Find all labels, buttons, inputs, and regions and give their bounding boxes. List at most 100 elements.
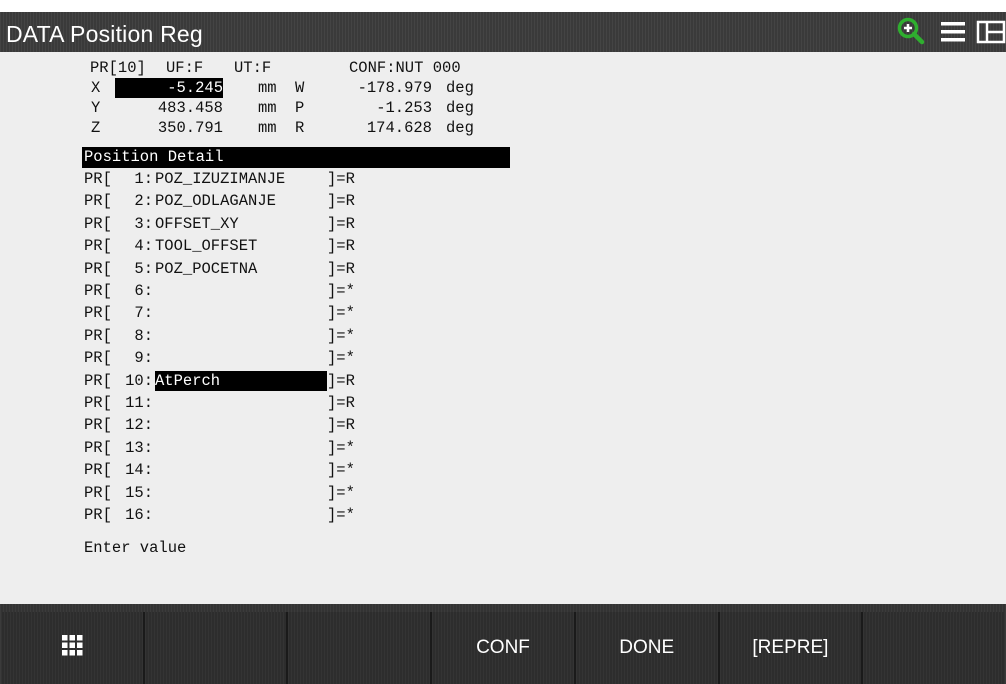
register-row[interactable]: PR[14:]=* — [0, 460, 1006, 480]
unit-label: mm — [258, 119, 277, 137]
register-prefix: PR[ — [84, 282, 112, 300]
register-prefix: PR[ — [84, 259, 112, 278]
register-comment[interactable]: POZ_IZUZIMANJE — [155, 169, 285, 189]
register-status: ]=R — [327, 416, 355, 435]
register-index: 5: — [134, 259, 153, 278]
rotation-value-p[interactable]: -1.253 — [324, 98, 432, 118]
coordinate-row-z: Z 350.791 mm R 174.628 deg — [0, 118, 1006, 138]
function-key-4[interactable]: CONF — [432, 612, 574, 684]
top-strip — [0, 0, 1006, 12]
teach-pendant-screen: DATA Position Reg PR[10] UF:F UT:F CONF:… — [0, 0, 1006, 684]
function-key-3[interactable] — [288, 612, 431, 684]
register-row[interactable]: PR[ 11: ]=R — [0, 393, 1006, 413]
pr-number: PR[10] — [90, 59, 146, 77]
function-key-5[interactable]: DONE — [575, 612, 718, 684]
register-row[interactable]: PR[ 9: ]=* — [0, 348, 1006, 368]
register-row[interactable]: PR[5: POZ_POCETNA]=R — [0, 259, 1006, 279]
function-key-separator — [430, 612, 433, 684]
coordinate-value-x[interactable]: -5.245 — [115, 78, 223, 98]
grid-icon — [60, 633, 84, 663]
register-prefix: PR[ — [84, 483, 112, 502]
register-prefix: PR[ — [84, 438, 112, 457]
register-status: ]=* — [327, 349, 355, 368]
register-comment[interactable]: POZ_POCETNA — [155, 259, 257, 279]
register-row[interactable]: PR[7:]=* — [0, 303, 1006, 323]
register-status: ]=* — [327, 506, 355, 524]
split-view-icon[interactable] — [976, 20, 1006, 49]
register-row[interactable]: PR[1: POZ_IZUZIMANJE]=R — [0, 169, 1006, 189]
register-row[interactable]: PR[ 13: ]=* — [0, 438, 1006, 458]
register-index: 14: — [125, 461, 153, 480]
register-index: 6: — [134, 282, 153, 300]
register-row[interactable]: PR[8:]=* — [0, 326, 1006, 346]
register-comment[interactable]: POZ_ODLAGANJE — [155, 191, 276, 211]
register-row[interactable]: PR[3: OFFSET_XY]=R — [0, 214, 1006, 234]
prompt-line: Enter value — [0, 538, 1006, 558]
function-key-7[interactable] — [863, 612, 1005, 684]
function-key-bar: CONF DONE [REPRE] — [0, 604, 1006, 684]
config-value: CONF:NUT 000 — [349, 59, 461, 77]
unit-label: deg — [446, 119, 474, 137]
register-prefix: PR[ — [84, 394, 112, 412]
register-status: ]=R — [327, 192, 355, 211]
register-comment[interactable]: TOOL_OFFSET — [155, 236, 257, 256]
function-key-2[interactable] — [144, 612, 287, 684]
register-status: ]=* — [327, 326, 355, 345]
register-prefix: PR[ — [84, 214, 112, 233]
coordinate-row-y: Y 483.458 mm P -1.253 deg — [0, 98, 1006, 118]
function-key-label: DONE — [619, 637, 675, 658]
function-key-6[interactable]: [REPRE] — [719, 612, 862, 684]
register-prefix: PR[ — [84, 237, 112, 256]
register-prefix: PR[ — [84, 506, 112, 524]
function-key-separator — [286, 612, 289, 684]
rotation-value-w[interactable]: -178.979 — [324, 78, 432, 98]
register-prefix: PR[ — [84, 349, 112, 368]
register-index: 10: — [125, 371, 153, 390]
register-row[interactable]: PR[10: AtPerch]=R — [0, 370, 1006, 391]
unit-label: mm — [258, 99, 277, 117]
unit-label: mm — [258, 79, 277, 97]
window-title: DATA Position Reg — [6, 21, 203, 47]
axis-label: Y — [91, 99, 101, 117]
register-row[interactable]: PR[4: TOOL_OFFSET]=R — [0, 236, 1006, 256]
register-index: 9: — [134, 349, 153, 368]
register-prefix: PR[ — [84, 192, 112, 211]
register-status: ]=* — [327, 438, 355, 457]
unit-label: deg — [446, 79, 474, 97]
register-row[interactable]: PR[15:]=* — [0, 483, 1006, 503]
title-bar: DATA Position Reg — [0, 12, 1006, 52]
register-comment[interactable]: OFFSET_XY — [155, 214, 239, 234]
rotation-axis-label: W — [295, 79, 305, 97]
position-detail-header: Position Detail — [82, 147, 510, 168]
user-frame: UF:F — [166, 59, 204, 77]
rotation-axis-label: R — [295, 119, 305, 137]
register-row[interactable]: PR[2: POZ_ODLAGANJE]=R — [0, 191, 1006, 211]
unit-label: deg — [446, 99, 474, 117]
function-key-separator — [861, 612, 864, 684]
position-header: PR[10] UF:F UT:F CONF:NUT 000 — [0, 58, 1006, 78]
register-row[interactable]: PR[12:]=R — [0, 415, 1006, 435]
register-row[interactable]: PR[ 16: ]=* — [0, 505, 1006, 525]
axis-label: Z — [91, 119, 101, 137]
rotation-value-r[interactable]: 174.628 — [324, 118, 432, 138]
register-index: 11: — [125, 394, 153, 412]
menu-icon[interactable] — [940, 20, 966, 49]
register-index: 3: — [134, 214, 153, 233]
function-key-separator — [142, 612, 145, 684]
register-row[interactable]: PR[ 6: ]=* — [0, 281, 1006, 301]
function-key-menu[interactable] — [1, 612, 143, 684]
coordinate-value-y[interactable]: 483.458 — [115, 98, 223, 118]
function-key-label: CONF — [476, 637, 530, 658]
register-comment-selected[interactable]: AtPerch — [155, 370, 327, 391]
section-title: Position Detail — [84, 148, 224, 166]
register-prefix: PR[ — [84, 461, 112, 480]
function-key-label: [REPRE] — [752, 637, 829, 658]
register-index: 16: — [125, 506, 153, 524]
coordinate-value-z[interactable]: 350.791 — [115, 118, 223, 138]
register-status: ]=* — [327, 282, 355, 300]
zoom-in-icon[interactable] — [896, 16, 926, 51]
register-status: ]=R — [327, 237, 355, 256]
register-status: ]=R — [327, 394, 355, 412]
register-index: 1: — [134, 170, 153, 188]
register-index: 13: — [125, 438, 153, 457]
